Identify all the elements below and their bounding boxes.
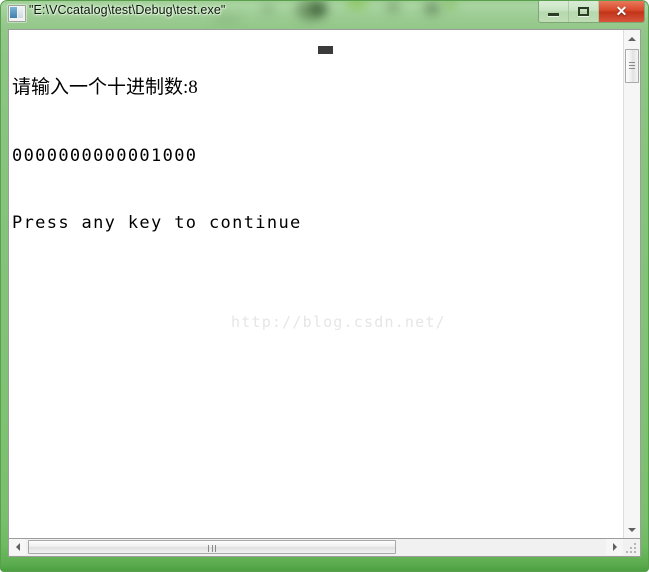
close-button[interactable]: ✕ [599,1,644,22]
scroll-down-button[interactable] [624,521,640,538]
window-title: "E:\VCcatalog\test\Debug\test.exe" [29,3,226,17]
console-line: Press any key to continue [12,213,302,233]
watermark-text: http://blog.csdn.net/ [231,313,446,331]
minimize-icon [548,13,559,16]
title-bar[interactable]: "E:\VCcatalog\test\Debug\test.exe" ✕ [0,0,649,28]
icon-left-pane [10,7,17,18]
icon-right-pane [18,7,23,18]
maximize-button[interactable] [569,1,599,22]
thumb-grip-icon [208,545,216,552]
console-client-area[interactable]: 请输入一个十进制数:8 0000000000001000 Press any k… [8,29,641,539]
triangle-down-icon [628,527,636,532]
block-cursor [318,46,333,54]
horizontal-scroll-thumb[interactable] [28,540,396,554]
triangle-left-icon [15,543,20,551]
scroll-right-button[interactable] [606,539,623,555]
window-controls: ✕ [538,1,645,23]
console-window: "E:\VCcatalog\test\Debug\test.exe" ✕ 请输入… [0,0,649,572]
scroll-up-button[interactable] [624,30,640,47]
console-line: 0000000000001000 [12,145,198,166]
triangle-right-icon [612,543,617,551]
vertical-scrollbar[interactable] [623,30,640,538]
vertical-scroll-thumb[interactable] [625,49,639,83]
scroll-left-button[interactable] [9,539,26,555]
close-icon: ✕ [615,3,628,19]
minimize-button[interactable] [539,1,569,22]
maximize-icon [578,7,589,16]
thumb-grip-icon [629,62,635,69]
resize-grip-icon[interactable] [624,540,639,555]
console-output: 请输入一个十进制数:8 0000000000001000 Press any k… [12,32,612,302]
console-line: 请输入一个十进制数:8 [12,77,198,98]
triangle-up-icon [628,36,636,41]
console-window-icon[interactable] [8,5,26,22]
horizontal-scrollbar[interactable] [8,539,641,557]
